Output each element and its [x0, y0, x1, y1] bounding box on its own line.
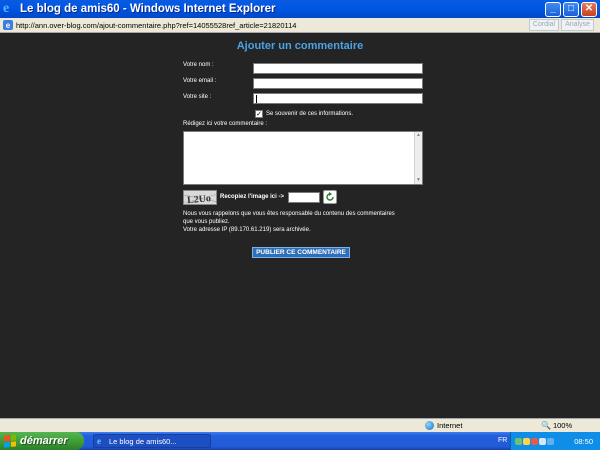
- comment-textarea[interactable]: ▲ ▼: [183, 131, 423, 185]
- captcha-row: L2Uo Recopiez l'image ici ->: [183, 189, 337, 205]
- tray-icons: [515, 437, 554, 445]
- maximize-button[interactable]: □: [563, 1, 579, 17]
- comment-label: Rédigez ici votre commentaire :: [183, 121, 268, 127]
- notice-line-1: Nous vous rappelons que vous êtes respon…: [183, 211, 395, 217]
- name-field[interactable]: [253, 63, 423, 74]
- email-label: Votre email :: [183, 78, 217, 84]
- minimize-button[interactable]: _: [545, 1, 561, 17]
- system-tray: 08:50: [510, 432, 600, 450]
- zone-label: Internet: [437, 421, 463, 430]
- start-label: démarrer: [20, 435, 68, 447]
- remember-checkbox[interactable]: ✓: [255, 110, 263, 118]
- globe-icon: [425, 421, 434, 430]
- tray-security-icon: [531, 437, 538, 445]
- toolbar-ghost-labels: Cordial Analyse: [528, 19, 594, 31]
- status-bar: Internet 🔍 100%: [0, 418, 600, 432]
- tray-network-icon: [515, 437, 522, 445]
- remember-row[interactable]: ✓ Se souvenir de ces informations.: [255, 110, 353, 118]
- refresh-icon: [326, 192, 334, 201]
- window-title: Le blog de amis60 - Windows Internet Exp…: [20, 3, 276, 15]
- analyse-label[interactable]: Analyse: [561, 19, 594, 31]
- captcha-label: Recopiez l'image ici ->: [220, 194, 284, 200]
- zoom-level: 100%: [552, 421, 573, 430]
- captcha-text: L2Uo: [187, 193, 212, 205]
- cordial-label[interactable]: Cordial: [528, 19, 560, 31]
- address-url[interactable]: http://ann.over-blog.com/ajout-commentai…: [16, 21, 296, 30]
- email-field[interactable]: [253, 78, 423, 89]
- responsibility-notice: Nous vous rappelons que vous êtes respon…: [183, 210, 423, 234]
- security-zone[interactable]: Internet: [425, 421, 462, 430]
- taskbar: démarrer e Le blog de amis60... FR 08:50: [0, 432, 600, 450]
- refresh-captcha-button[interactable]: [322, 190, 337, 204]
- title-bar[interactable]: e Le blog de amis60 - Windows Internet E…: [0, 0, 600, 18]
- remember-label: Se souvenir de ces informations.: [266, 111, 354, 117]
- zoom-control[interactable]: 🔍 100%: [541, 421, 572, 430]
- notice-line-2: que vous publiez.: [183, 219, 230, 225]
- taskbar-item-label: Le blog de amis60...: [109, 436, 177, 446]
- site-field[interactable]: [253, 93, 423, 104]
- tray-notify-icon: [523, 437, 530, 445]
- start-button[interactable]: démarrer: [0, 432, 84, 450]
- close-button[interactable]: ✕: [581, 1, 597, 17]
- scroll-down-icon[interactable]: ▼: [415, 177, 422, 184]
- magnifier-icon: 🔍: [541, 421, 551, 430]
- scroll-up-icon[interactable]: ▲: [415, 132, 422, 139]
- captcha-image: L2Uo: [183, 189, 217, 205]
- address-bar[interactable]: e http://ann.over-blog.com/ajout-comment…: [0, 18, 600, 33]
- language-indicator[interactable]: FR: [498, 437, 507, 444]
- page-icon: e: [3, 20, 13, 30]
- site-label: Votre site :: [183, 94, 212, 100]
- page-content: Ajouter un commentaire Votre nom : Votre…: [0, 33, 600, 418]
- textarea-scrollbar[interactable]: ▲ ▼: [414, 132, 422, 184]
- notice-line-3: Votre adresse IP (89.170.61.219) sera ar…: [183, 227, 311, 233]
- tray-volume-icon: [539, 437, 546, 445]
- clock: 08:50: [574, 436, 593, 446]
- publish-button[interactable]: PUBLIER CE COMMENTAIRE: [252, 247, 350, 258]
- page-title: Ajouter un commentaire: [236, 40, 364, 52]
- captcha-input[interactable]: [287, 191, 320, 203]
- taskbar-item-ie[interactable]: e Le blog de amis60...: [93, 434, 211, 448]
- internet-explorer-icon: e: [97, 435, 101, 446]
- name-label: Votre nom :: [183, 62, 214, 68]
- windows-logo-icon: [4, 434, 16, 448]
- tray-app-icon: [547, 437, 554, 445]
- internet-explorer-icon: e: [3, 0, 10, 16]
